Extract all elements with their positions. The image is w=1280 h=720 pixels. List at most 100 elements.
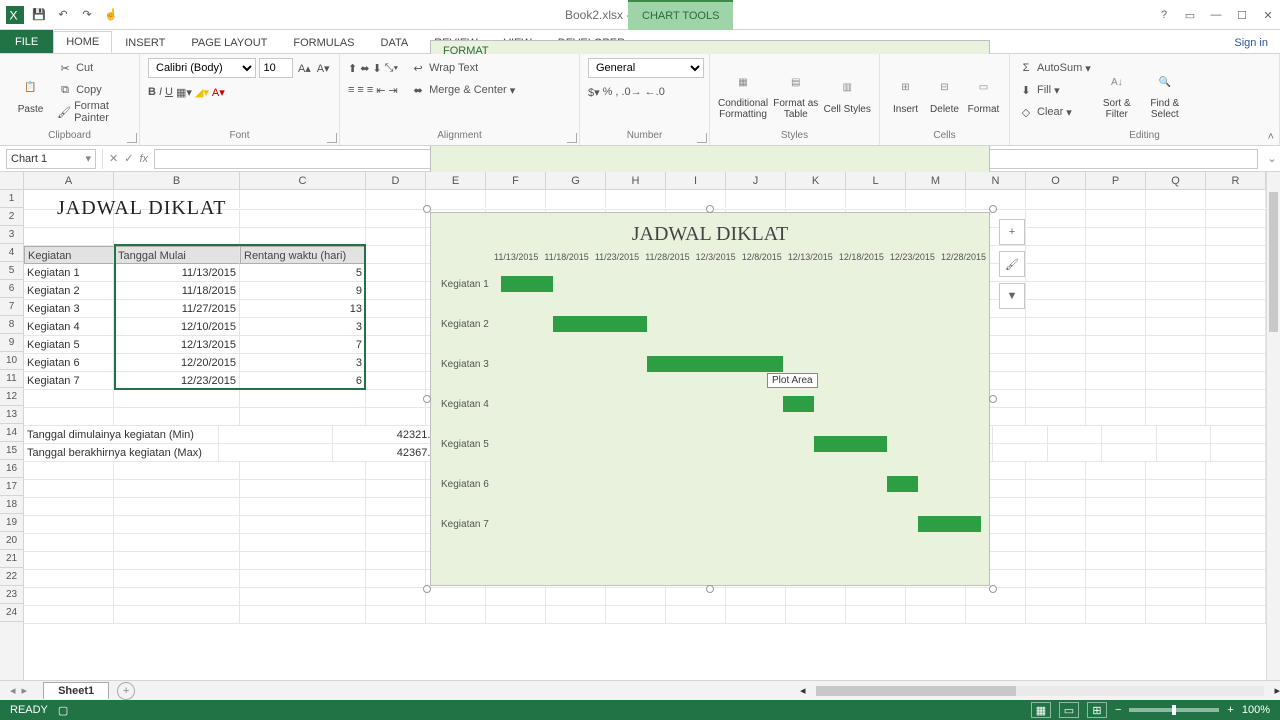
cell[interactable] xyxy=(1026,390,1086,408)
cell[interactable] xyxy=(1026,354,1086,372)
fill-color-button[interactable]: ◢▾ xyxy=(195,86,209,99)
cell[interactable] xyxy=(1102,426,1157,444)
cell[interactable] xyxy=(366,462,426,480)
cell[interactable]: Kegiatan 4 xyxy=(24,318,114,336)
cell[interactable] xyxy=(366,534,426,552)
column-header[interactable]: P xyxy=(1086,172,1146,189)
chart-bar[interactable] xyxy=(501,276,553,292)
cell[interactable] xyxy=(1086,606,1146,624)
cell[interactable] xyxy=(786,190,846,208)
cell[interactable] xyxy=(1146,318,1206,336)
cell[interactable] xyxy=(1086,318,1146,336)
cell[interactable] xyxy=(24,210,114,228)
tab-formulas[interactable]: FORMULAS xyxy=(280,32,367,53)
cell[interactable] xyxy=(1211,426,1266,444)
cell[interactable] xyxy=(114,570,240,588)
cell[interactable] xyxy=(1026,552,1086,570)
format-as-table-button[interactable]: ▤Format as Table xyxy=(772,58,819,130)
chart-bar[interactable] xyxy=(553,316,647,332)
cell[interactable] xyxy=(366,372,426,390)
cell[interactable] xyxy=(114,210,240,228)
cell[interactable] xyxy=(366,228,426,246)
row-header[interactable]: 14 xyxy=(0,424,23,442)
cell[interactable] xyxy=(1086,552,1146,570)
align-left-icon[interactable]: ≡ xyxy=(348,84,354,96)
column-header[interactable]: Q xyxy=(1146,172,1206,189)
copy-button[interactable]: ⧉Copy xyxy=(57,80,131,100)
row-header[interactable]: 15 xyxy=(0,442,23,460)
row-header[interactable]: 19 xyxy=(0,514,23,532)
view-pagebreak-button[interactable]: ⊞ xyxy=(1087,702,1107,718)
indent-decrease-icon[interactable]: ⇤ xyxy=(376,84,385,97)
currency-icon[interactable]: $▾ xyxy=(588,86,600,99)
cell[interactable] xyxy=(219,426,333,444)
sheet-nav-prev-icon[interactable]: ▸ xyxy=(22,684,28,697)
cell[interactable]: 12/13/2015 xyxy=(114,336,240,354)
cell[interactable] xyxy=(966,606,1026,624)
cell[interactable] xyxy=(1206,516,1266,534)
cell[interactable] xyxy=(366,318,426,336)
cell[interactable] xyxy=(366,336,426,354)
cell[interactable] xyxy=(1206,354,1266,372)
font-color-button[interactable]: A▾ xyxy=(212,86,225,99)
decrease-font-icon[interactable]: A▾ xyxy=(315,60,331,76)
cell[interactable] xyxy=(906,606,966,624)
cell[interactable] xyxy=(426,606,486,624)
row-header[interactable]: 12 xyxy=(0,388,23,406)
row-header[interactable]: 1 xyxy=(0,190,23,208)
cell[interactable] xyxy=(366,480,426,498)
cell[interactable] xyxy=(240,606,366,624)
cell[interactable] xyxy=(114,462,240,480)
cell[interactable] xyxy=(24,390,114,408)
cell[interactable] xyxy=(366,264,426,282)
cell[interactable]: 6 xyxy=(240,372,366,390)
row-headers[interactable]: 123456789101112131415161718192021222324 xyxy=(0,190,24,680)
row-header[interactable]: 13 xyxy=(0,406,23,424)
row-header[interactable]: 5 xyxy=(0,262,23,280)
cell[interactable] xyxy=(219,444,333,462)
cell[interactable] xyxy=(114,606,240,624)
cell[interactable]: 3 xyxy=(240,318,366,336)
row-header[interactable]: 9 xyxy=(0,334,23,352)
fill-button[interactable]: ⬇Fill▾ xyxy=(1018,80,1091,100)
comma-icon[interactable]: , xyxy=(615,86,618,98)
row-header[interactable]: 11 xyxy=(0,370,23,388)
cell[interactable] xyxy=(366,570,426,588)
wrap-text-button[interactable]: ↩Wrap Text xyxy=(410,58,515,78)
cell[interactable] xyxy=(1146,336,1206,354)
align-middle-icon[interactable]: ⬌ xyxy=(360,62,369,75)
cell[interactable] xyxy=(666,588,726,606)
row-header[interactable]: 20 xyxy=(0,532,23,550)
row-header[interactable]: 17 xyxy=(0,478,23,496)
clear-button[interactable]: ◇Clear▾ xyxy=(1018,102,1091,122)
cell[interactable] xyxy=(1206,606,1266,624)
cell[interactable] xyxy=(1146,228,1206,246)
cell[interactable] xyxy=(1146,606,1206,624)
column-header[interactable]: C xyxy=(240,172,366,189)
cell[interactable] xyxy=(1086,210,1146,228)
fx-icon[interactable]: fx xyxy=(139,153,148,165)
cell[interactable] xyxy=(24,606,114,624)
redo-icon[interactable]: ↷ xyxy=(78,6,96,24)
row-header[interactable]: 18 xyxy=(0,496,23,514)
cell[interactable] xyxy=(24,534,114,552)
cell[interactable] xyxy=(366,210,426,228)
tab-page-layout[interactable]: PAGE LAYOUT xyxy=(178,32,280,53)
font-name-select[interactable]: Calibri (Body) xyxy=(148,58,256,78)
cell[interactable]: 12/20/2015 xyxy=(114,354,240,372)
cell-styles-button[interactable]: ▥Cell Styles xyxy=(824,58,871,130)
orientation-icon[interactable]: ⤡▾ xyxy=(385,62,398,75)
save-icon[interactable]: 💾 xyxy=(30,6,48,24)
zoom-in-button[interactable]: + xyxy=(1227,704,1233,716)
dialog-launcher-icon[interactable] xyxy=(327,133,337,143)
cell[interactable] xyxy=(546,190,606,208)
cell[interactable] xyxy=(24,552,114,570)
row-header[interactable]: 16 xyxy=(0,460,23,478)
minimize-icon[interactable]: — xyxy=(1208,7,1224,23)
chart-plot-area[interactable]: Kegiatan 1Kegiatan 2Kegiatan 3Kegiatan 4… xyxy=(431,264,989,544)
tab-file[interactable]: FILE xyxy=(0,30,53,53)
cell[interactable] xyxy=(24,228,114,246)
cell[interactable] xyxy=(366,246,426,264)
chart-title[interactable]: JADWAL DIKLAT xyxy=(431,213,989,246)
cell[interactable] xyxy=(1086,516,1146,534)
